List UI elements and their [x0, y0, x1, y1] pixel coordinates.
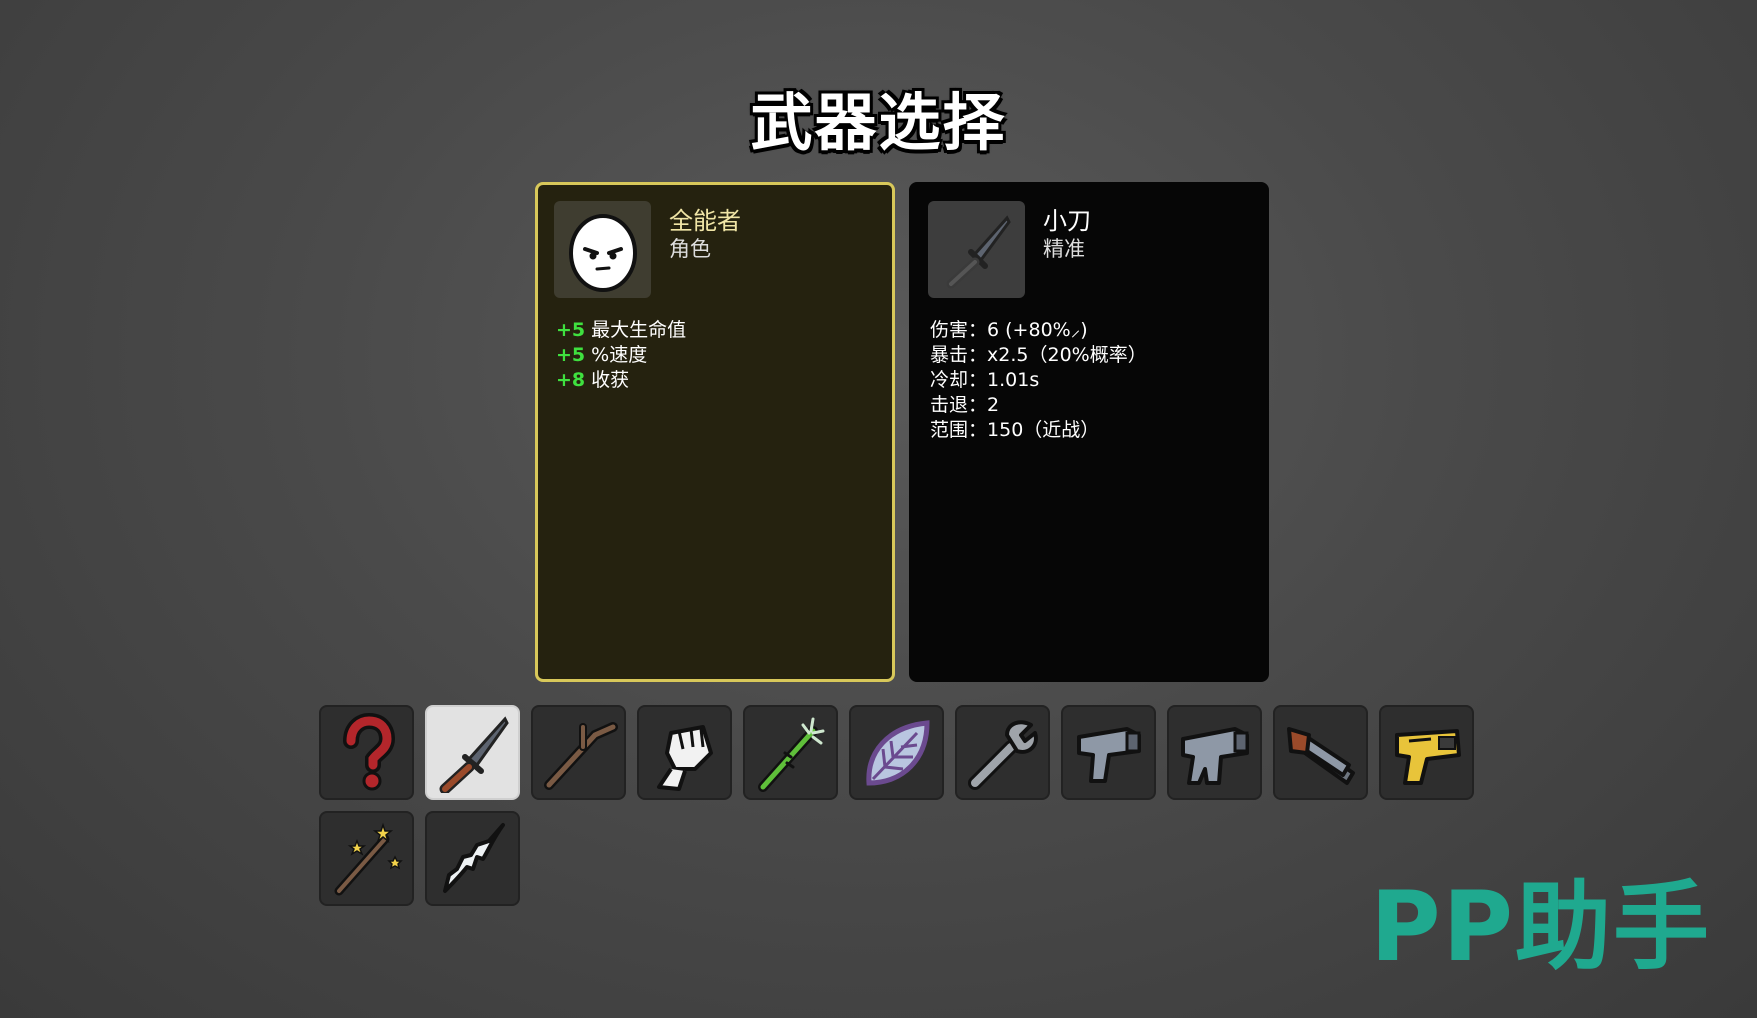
stat-value: x2.5（20%概率）: [987, 344, 1147, 366]
bonus-row: +5 %速度: [556, 343, 686, 368]
weapon-slot-wrench[interactable]: [955, 705, 1050, 800]
weapon-slot-pistol[interactable]: [1061, 705, 1156, 800]
wrench-icon: [967, 719, 1038, 790]
bonus-value: +5: [556, 344, 586, 366]
knife-icon: [946, 214, 1011, 288]
character-name: 全能者: [669, 207, 741, 235]
stick-icon: [543, 721, 618, 790]
bonus-label: 收获: [591, 369, 630, 391]
bonus-value: +5: [556, 319, 586, 341]
stat-row: 击退：2: [930, 393, 1147, 418]
ice-shard-icon: [442, 822, 505, 893]
watermark: PP助手: [1370, 871, 1711, 983]
bonus-value: +8: [556, 369, 586, 391]
stat-row: 伤害：6 (+80%⸝): [930, 318, 1147, 343]
weapon-slot-random[interactable]: [319, 705, 414, 800]
weapon-slot-knife[interactable]: [425, 705, 520, 800]
knife-icon: [439, 715, 509, 793]
fist-icon: [656, 724, 713, 791]
character-type: 角色: [669, 237, 711, 261]
weapon-slot-stick[interactable]: [531, 705, 626, 800]
stat-value: 2: [987, 394, 1000, 416]
weapon-slot-thorny-club[interactable]: [743, 705, 838, 800]
leaf-icon: [865, 719, 930, 786]
bonus-label: 最大生命值: [591, 319, 687, 341]
random-question-icon: [342, 712, 395, 790]
stat-row: 冷却：1.01s: [930, 368, 1147, 393]
bonus-row: +5 最大生命值: [556, 318, 686, 343]
stat-label: 击退：: [930, 394, 988, 416]
weapon-slot-taser[interactable]: [1379, 705, 1474, 800]
thorny-club-icon: [757, 717, 824, 792]
bonus-label: %速度: [591, 344, 648, 366]
stat-value: 6 (+80%⸝): [987, 319, 1088, 341]
weapon-slot-ice-shard[interactable]: [425, 811, 520, 906]
screen-title: 武器选择: [750, 86, 1007, 159]
character-panel: 全能者 角色 +5 最大生命值 +5 %速度 +8 收获: [535, 182, 895, 682]
stat-label: 冷却：: [930, 369, 988, 391]
stat-row: 暴击：x2.5（20%概率）: [930, 343, 1147, 368]
bonus-row: +8 收获: [556, 368, 686, 393]
stat-row: 范围：150（近战）: [930, 418, 1147, 443]
stat-label: 伤害：: [930, 319, 988, 341]
weapon-slot-double-barrel[interactable]: [1273, 705, 1368, 800]
weapon-slot-fist[interactable]: [637, 705, 732, 800]
weapon-panel: 小刀 精准 伤害：6 (+80%⸝) 暴击：x2.5（20%概率） 冷却：1.0…: [909, 182, 1269, 682]
weapon-type: 精准: [1043, 237, 1085, 261]
character-portrait: [554, 201, 651, 298]
weapon-slot-smg[interactable]: [1167, 705, 1262, 800]
stat-value: 150（近战）: [987, 419, 1100, 441]
magic-wand-icon: [334, 822, 403, 895]
double-barrel-icon: [1286, 726, 1355, 785]
pistol-icon: [1076, 726, 1141, 783]
weapon-slot-magic-wand[interactable]: [319, 811, 414, 906]
smg-icon: [1180, 726, 1249, 785]
stat-value: 1.01s: [987, 369, 1040, 391]
weapon-slot-leaf[interactable]: [849, 705, 944, 800]
weapon-name: 小刀: [1043, 207, 1091, 235]
character-bonuses: +5 最大生命值 +5 %速度 +8 收获: [556, 318, 686, 393]
weapon-stats: 伤害：6 (+80%⸝) 暴击：x2.5（20%概率） 冷却：1.01s 击退：…: [930, 318, 1147, 443]
taser-icon: [1394, 728, 1461, 785]
weapon-portrait: [928, 201, 1025, 298]
stat-label: 暴击：: [930, 344, 988, 366]
egg-face-icon: [568, 213, 637, 292]
stat-label: 范围：: [930, 419, 988, 441]
